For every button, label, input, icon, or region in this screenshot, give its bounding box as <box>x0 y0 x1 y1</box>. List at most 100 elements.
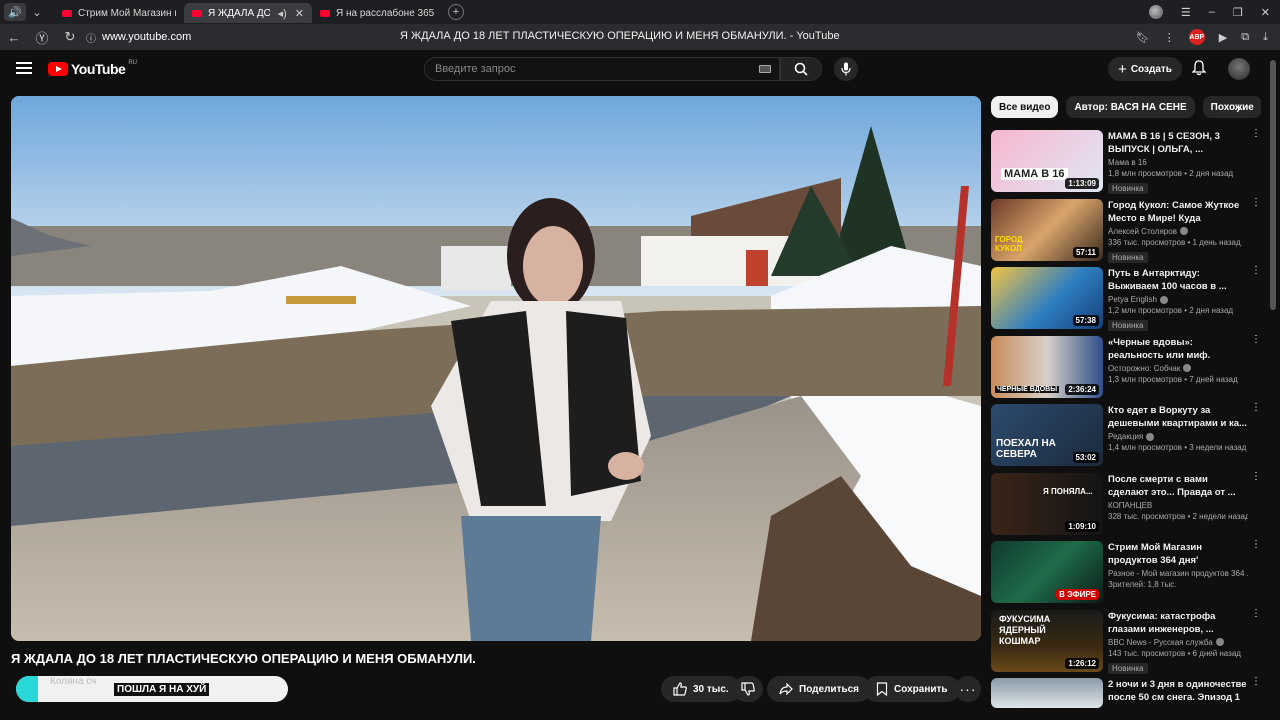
more-actions-button[interactable]: ··· <box>955 676 981 702</box>
rec-stats: 1,2 млн просмотров • 2 дня назад <box>1108 306 1234 315</box>
verified-icon <box>1215 638 1224 647</box>
duration-badge: 57:11 <box>1072 246 1099 258</box>
rec-stats: 143 тыс. просмотров • 6 дней назад <box>1108 648 1241 658</box>
rec-channel[interactable]: Petya English <box>1108 295 1157 304</box>
hamburger-menu-icon[interactable] <box>16 62 32 74</box>
chip-all[interactable]: Все видео <box>991 96 1059 118</box>
speaker-icon[interactable]: 🔊 <box>4 3 26 21</box>
rec-title[interactable]: Кто едет в Воркуту за дешевыми квартирам… <box>1108 404 1248 430</box>
youtube-logo[interactable]: YouTube RU <box>48 60 137 77</box>
url-field[interactable]: www.youtube.com <box>102 31 191 43</box>
rec-channel[interactable]: Разное - Мой магазин продуктов 364 ... <box>1108 569 1248 578</box>
more-vertical-icon[interactable]: ⋮ <box>1251 197 1261 207</box>
more-vertical-icon[interactable]: ⋮ <box>1251 266 1261 276</box>
video-thumbnail[interactable]: МАМА В 16 1:13:09 <box>991 130 1103 192</box>
list-item[interactable]: ГОРОД КУКОЛ 57:11 Город Кукол: Самое Жут… <box>991 197 1266 268</box>
channel-bar[interactable]: Коляна сч ПОШЛА Я НА ХУЙ <box>16 676 288 702</box>
list-item[interactable]: Я ПОНЯЛА... 1:09:10 После смерти с вами … <box>991 471 1266 542</box>
chevron-right-icon[interactable]: › <box>1236 100 1241 116</box>
video-thumbnail[interactable]: 57:38 <box>991 267 1103 329</box>
rec-channel[interactable]: КОПАНЦЕВ <box>1108 501 1248 510</box>
site-info-icon[interactable]: ⓘ <box>84 30 98 45</box>
rec-channel[interactable]: BBC News - Русская служба <box>1108 638 1213 647</box>
new-tab-button[interactable]: + <box>448 4 464 20</box>
keyboard-icon[interactable] <box>759 65 771 73</box>
notifications-bell-icon[interactable] <box>1191 60 1207 81</box>
rec-title[interactable]: Путь в Антарктиду: Выживаем 100 часов в … <box>1108 267 1248 293</box>
menu-icon[interactable]: ☰ <box>1181 6 1191 19</box>
save-button[interactable]: Сохранить <box>864 676 960 702</box>
create-button[interactable]: + Создать <box>1108 57 1182 81</box>
back-arrow-icon[interactable]: ← <box>0 30 28 45</box>
video-thumbnail[interactable]: ФУКУСИМА ЯДЕРНЫЙ КОШМАР 1:26:12 <box>991 609 1103 672</box>
rec-title[interactable]: 2 ночи и 3 дня в одиночестве после 50 см… <box>1108 678 1248 704</box>
chip-similar[interactable]: Похожие <box>1202 96 1261 118</box>
search-icon <box>794 62 808 76</box>
list-item[interactable]: ПОЕХАЛ НА СЕВЕРА 53:02 Кто едет в Воркут… <box>991 403 1266 473</box>
rec-channel[interactable]: Алексей Столяров <box>1108 227 1177 236</box>
media-icon[interactable]: ▶ <box>1219 31 1227 44</box>
rec-title[interactable]: Стрим Мой Магазин продуктов 364 дня' <box>1108 541 1248 567</box>
like-button[interactable]: 30 тыс. <box>661 676 741 702</box>
rec-title[interactable]: МАМА В 16 | 5 СЕЗОН, 3 ВЫПУСК | ОЛЬГА, .… <box>1108 130 1248 156</box>
speaker-icon[interactable]: ◂) <box>278 7 287 20</box>
rec-channel[interactable]: Осторожно: Собчак <box>1108 364 1180 373</box>
page-scrollbar[interactable] <box>1270 60 1276 310</box>
address-bar: ← Ⓨ ↻ ⓘ www.youtube.com Я ЖДАЛА ДО 18 ЛЕ… <box>0 24 1280 50</box>
more-vertical-icon[interactable]: ⋮ <box>1251 403 1261 413</box>
dislike-button[interactable] <box>733 676 763 702</box>
list-item[interactable]: В ЭФИРЕ Стрим Мой Магазин продуктов 364 … <box>991 540 1266 610</box>
rec-channel[interactable]: Редакция <box>1108 432 1143 441</box>
video-thumbnail[interactable]: ГОРОД КУКОЛ 57:11 <box>991 198 1103 261</box>
rec-channel[interactable]: Мама в 16 <box>1108 158 1248 167</box>
browser-tab-active[interactable]: Я ЖДАЛА ДО 18 ЛЕТ ◂) ✕ <box>184 3 312 23</box>
more-vertical-icon[interactable]: ⋮ <box>1251 334 1261 344</box>
video-thumbnail[interactable]: ПОЕХАЛ НА СЕВЕРА 53:02 <box>991 404 1103 466</box>
list-item[interactable]: ЧЕРНЫЕ ВДОВЫ 2:36:24 «Черные вдовы»: реа… <box>991 334 1266 405</box>
channel-highlight <box>16 676 38 702</box>
video-thumbnail[interactable] <box>991 678 1103 708</box>
tab-title: Я ЖДАЛА ДО 18 ЛЕТ <box>208 7 270 19</box>
share-button[interactable]: Поделиться <box>767 676 872 702</box>
browser-tab[interactable]: Я на расслабоне 365 дней <box>312 3 442 23</box>
duration-badge: 53:02 <box>1072 452 1099 463</box>
rec-title[interactable]: Фукусима: катастрофа глазами инженеров, … <box>1108 610 1248 636</box>
bookmark-icon[interactable]: 🔖︎ <box>1136 31 1150 44</box>
more-vertical-icon[interactable]: ⋮ <box>1251 608 1261 618</box>
more-vertical-icon[interactable]: ⋮ <box>1251 540 1261 550</box>
search-button[interactable] <box>780 57 822 81</box>
share-icon <box>779 683 793 695</box>
more-vertical-icon[interactable]: ⋮ <box>1251 471 1261 481</box>
live-badge: В ЭФИРЕ <box>1056 589 1099 600</box>
rec-title[interactable]: После смерти с вами сделают это... Правд… <box>1108 473 1248 499</box>
search-input[interactable] <box>425 58 779 80</box>
restore-icon[interactable]: ❐ <box>1233 6 1243 19</box>
video-thumbnail[interactable]: ЧЕРНЫЕ ВДОВЫ 2:36:24 <box>991 335 1103 398</box>
list-item[interactable]: 57:38 Путь в Антарктиду: Выживаем 100 ча… <box>991 266 1266 336</box>
list-item[interactable]: ФУКУСИМА ЯДЕРНЫЙ КОШМАР 1:26:12 Фукусима… <box>991 608 1266 679</box>
more-vertical-icon[interactable]: ⋮ <box>1251 129 1261 139</box>
rec-title[interactable]: Город Кукол: Самое Жуткое Место в Мире! … <box>1108 199 1248 225</box>
video-player[interactable] <box>11 96 981 641</box>
close-tab-icon[interactable]: ✕ <box>295 7 304 20</box>
more-vertical-icon[interactable]: ⋮ <box>1164 31 1175 44</box>
chip-author[interactable]: Автор: ВАСЯ НА СЕНЕ <box>1066 96 1195 118</box>
reload-icon[interactable]: ↻ <box>56 29 84 45</box>
browser-tab[interactable]: Стрим Мой Магазин прод <box>54 3 184 23</box>
voice-search-button[interactable] <box>834 57 858 81</box>
adblock-icon[interactable]: ABP <box>1188 29 1205 45</box>
close-window-icon[interactable]: ✕ <box>1261 6 1270 19</box>
video-thumbnail[interactable]: Я ПОНЯЛА... 1:09:10 <box>991 472 1103 535</box>
video-thumbnail[interactable]: В ЭФИРЕ <box>991 541 1103 603</box>
rec-title[interactable]: «Черные вдовы»: реальность или миф. Репо… <box>1108 336 1248 362</box>
list-item[interactable]: МАМА В 16 1:13:09 МАМА В 16 | 5 СЕЗОН, 3… <box>991 129 1266 199</box>
list-item[interactable]: 2 ночи и 3 дня в одиночестве после 50 см… <box>991 677 1266 708</box>
yandex-icon[interactable]: Ⓨ <box>28 28 56 47</box>
user-avatar[interactable] <box>1228 58 1250 80</box>
chevron-down-icon[interactable]: ⌄ <box>26 3 48 21</box>
download-icon[interactable]: ⤓ <box>1263 31 1268 44</box>
profile-avatar[interactable] <box>1148 5 1163 19</box>
more-vertical-icon[interactable]: ⋮ <box>1251 677 1261 687</box>
minimize-icon[interactable]: – <box>1209 6 1215 18</box>
extensions-icon[interactable]: ⧉ <box>1241 31 1249 44</box>
